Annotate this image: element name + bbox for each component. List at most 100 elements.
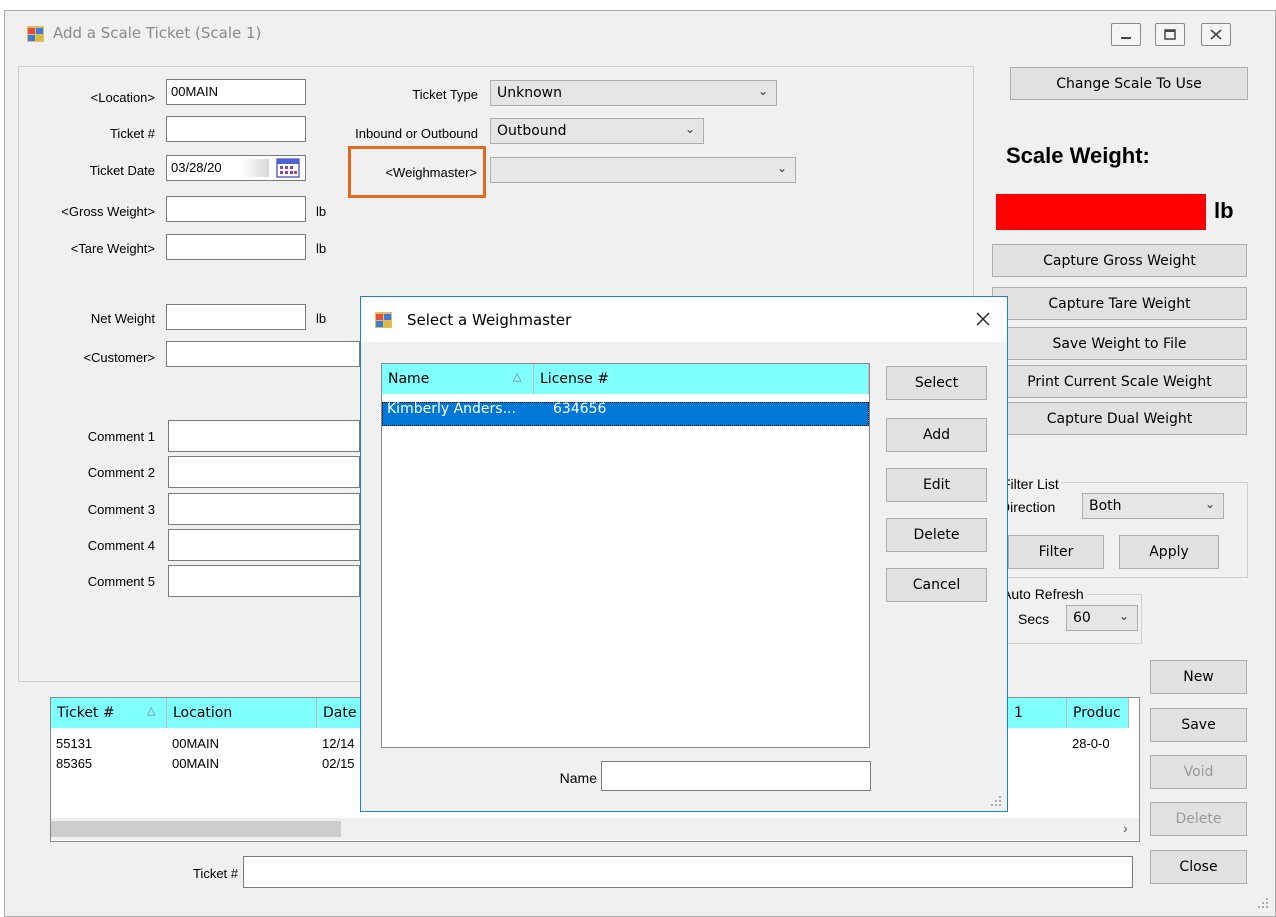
maximize-button[interactable] [1155, 23, 1185, 46]
gross-weight-input[interactable] [166, 196, 306, 222]
customer-input[interactable] [166, 341, 360, 367]
secs-label: Secs [1018, 611, 1050, 627]
comment-3-input[interactable] [168, 493, 360, 525]
weighmaster-label: <Weighmaster> [385, 165, 477, 180]
dialog-header-name[interactable]: Name △ [382, 364, 534, 394]
ticket-date-label: Ticket Date [89, 163, 155, 178]
add-button[interactable]: Add [886, 418, 987, 452]
grid-header-col-1[interactable]: 1 [1008, 698, 1067, 728]
grid-horizontal-scrollbar[interactable]: ‹ › [51, 818, 1139, 840]
scale-weight-title: Scale Weight: [1006, 143, 1150, 168]
grid-cell-location: 00MAIN [172, 756, 219, 771]
print-current-scale-weight-button[interactable]: Print Current Scale Weight [992, 365, 1247, 398]
window-title: Add a Scale Ticket (Scale 1) [53, 24, 262, 42]
title-bar: Add a Scale Ticket (Scale 1) [5, 11, 1275, 55]
bottom-ticket-input[interactable] [243, 856, 1133, 888]
comment-3-label: Comment 3 [87, 502, 155, 517]
capture-tare-weight-button[interactable]: Capture Tare Weight [992, 287, 1247, 320]
net-weight-unit: lb [316, 311, 327, 326]
save-button[interactable]: Save [1150, 708, 1247, 742]
ticket-type-select[interactable]: Unknown ⌄ [490, 80, 777, 106]
chevron-down-icon: ⌄ [757, 84, 768, 98]
scale-weight-unit: lb [1214, 198, 1234, 223]
ticket-number-input[interactable] [166, 116, 306, 142]
grid-cell-ticket: 55131 [56, 736, 93, 751]
capture-gross-weight-button[interactable]: Capture Gross Weight [992, 244, 1247, 277]
edit-button[interactable]: Edit [886, 468, 987, 502]
secs-value: 60 [1073, 610, 1091, 626]
direction-select[interactable]: Both ⌄ [1082, 493, 1224, 519]
close-icon [1210, 29, 1222, 40]
customer-label: <Customer> [83, 350, 155, 365]
delete-button[interactable]: Delete [886, 518, 987, 552]
close-button[interactable]: Close [1150, 850, 1247, 884]
bottom-ticket-label: Ticket # [192, 866, 238, 881]
auto-refresh-label: Auto Refresh [1000, 586, 1086, 602]
tare-weight-unit: lb [316, 241, 327, 256]
resize-grip-icon[interactable] [989, 794, 1003, 808]
location-label: <Location> [90, 90, 155, 105]
chevron-down-icon: ⌄ [1204, 497, 1215, 511]
grid-header-ticket[interactable]: Ticket # △ [51, 698, 167, 728]
dialog-title-bar: Select a Weighmaster [361, 297, 1007, 342]
scrollbar-thumb[interactable] [51, 821, 341, 837]
calendar-icon[interactable] [275, 157, 301, 179]
grid-header-location[interactable]: Location [167, 698, 317, 728]
minimize-icon [1121, 37, 1131, 39]
chevron-down-icon: ⌄ [684, 122, 695, 136]
scroll-right-icon[interactable]: › [1123, 820, 1128, 836]
cancel-button[interactable]: Cancel [886, 568, 987, 602]
app-icon [27, 26, 44, 42]
comment-1-input[interactable] [168, 420, 360, 452]
net-weight-label: Net Weight [90, 311, 155, 326]
tare-weight-input[interactable] [166, 234, 306, 260]
inbound-outbound-select[interactable]: Outbound ⌄ [490, 118, 704, 144]
net-weight-input[interactable] [166, 304, 306, 330]
grid-cell-location: 00MAIN [172, 736, 219, 751]
secs-select[interactable]: 60 ⌄ [1066, 605, 1138, 631]
void-button[interactable]: Void [1150, 755, 1247, 789]
ticket-date-value: 03/28/20 [171, 160, 222, 175]
apply-button[interactable]: Apply [1119, 535, 1219, 569]
grid-cell-date: 02/15 [322, 756, 355, 771]
dialog-name-label: Name [559, 770, 597, 786]
app-icon [375, 312, 392, 328]
close-icon[interactable] [973, 309, 993, 329]
chevron-down-icon: ⌄ [1118, 609, 1129, 623]
delete-ticket-button[interactable]: Delete [1150, 802, 1247, 836]
comment-5-input[interactable] [168, 565, 360, 597]
direction-label: Direction [1000, 499, 1056, 515]
dialog-name-input[interactable] [601, 761, 871, 791]
comment-1-label: Comment 1 [87, 429, 155, 444]
location-input[interactable]: 00MAIN [166, 79, 306, 105]
dialog-title: Select a Weighmaster [407, 311, 572, 329]
grid-header-date[interactable]: Date [317, 698, 362, 728]
grid-header-product[interactable]: Produc [1067, 698, 1129, 728]
grid-cell-date: 12/14 [322, 736, 355, 751]
capture-dual-weight-button[interactable]: Capture Dual Weight [992, 402, 1247, 435]
save-weight-to-file-button[interactable]: Save Weight to File [992, 327, 1247, 360]
list-item[interactable]: Kimberly Anders... 634656 [382, 401, 869, 426]
list-item-license: 634656 [553, 401, 607, 417]
gross-weight-unit: lb [316, 204, 327, 219]
resize-grip-icon[interactable] [1256, 896, 1270, 910]
comment-2-input[interactable] [168, 456, 360, 488]
weighmaster-select[interactable]: ⌄ [490, 157, 796, 183]
close-window-button[interactable] [1201, 23, 1231, 46]
comment-4-label: Comment 4 [87, 538, 155, 553]
grid-cell-product: 28-0-0 [1072, 736, 1110, 751]
inbound-outbound-value: Outbound [497, 123, 567, 139]
minimize-button[interactable] [1111, 23, 1141, 46]
change-scale-button[interactable]: Change Scale To Use [1010, 67, 1248, 100]
new-button[interactable]: New [1150, 660, 1247, 694]
select-button[interactable]: Select [886, 366, 987, 400]
select-weighmaster-dialog: Select a Weighmaster Name △ License # Ki… [360, 296, 1008, 812]
dialog-header-license[interactable]: License # [534, 364, 869, 394]
filter-button[interactable]: Filter [1008, 535, 1104, 569]
comment-4-input[interactable] [168, 529, 360, 561]
grid-cell-ticket: 85365 [56, 756, 93, 771]
ticket-date-input[interactable]: 03/28/20 [166, 155, 306, 181]
tare-weight-label: <Tare Weight> [70, 241, 155, 256]
maximize-icon [1164, 29, 1176, 40]
comment-2-label: Comment 2 [87, 465, 155, 480]
